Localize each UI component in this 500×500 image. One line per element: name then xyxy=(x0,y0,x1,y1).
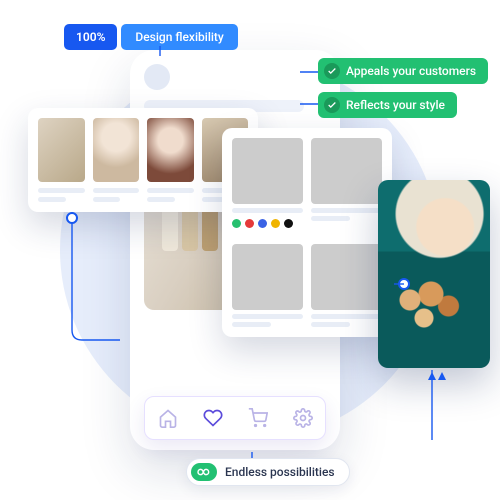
product-image xyxy=(232,244,303,310)
skeleton-line xyxy=(232,314,303,319)
thumbnail-image xyxy=(93,118,140,182)
skeleton-line xyxy=(311,314,382,319)
swatch[interactable] xyxy=(284,219,293,228)
heart-icon[interactable] xyxy=(203,408,223,428)
check-icon xyxy=(324,97,340,113)
skeleton-line xyxy=(93,188,140,193)
product-item[interactable] xyxy=(311,244,382,327)
gallery-item[interactable] xyxy=(38,118,85,202)
product-item[interactable] xyxy=(232,244,303,327)
skeleton-line xyxy=(311,208,382,213)
skeleton-line xyxy=(93,197,121,202)
gear-icon[interactable] xyxy=(293,408,313,428)
product-image xyxy=(232,138,303,204)
cart-icon[interactable] xyxy=(248,408,268,428)
swatch[interactable] xyxy=(271,219,280,228)
tab-bar xyxy=(144,396,326,440)
skeleton-line xyxy=(38,197,66,202)
badge-text: Endless possibilities xyxy=(225,465,335,479)
appeals-badge: Appeals your customers xyxy=(318,58,488,84)
skeleton-line xyxy=(147,188,194,193)
product-item[interactable] xyxy=(311,138,382,236)
label-pill: Design flexibility xyxy=(121,24,237,50)
gallery-item[interactable] xyxy=(93,118,140,202)
gallery-item[interactable] xyxy=(147,118,194,202)
reflects-style-badge: Reflects your style xyxy=(318,92,457,118)
check-icon xyxy=(324,63,340,79)
infinity-icon xyxy=(191,463,217,481)
swatch[interactable] xyxy=(258,219,267,228)
swatch[interactable] xyxy=(245,219,254,228)
percent-pill: 100% xyxy=(64,24,117,50)
skeleton-line xyxy=(38,188,85,193)
design-flexibility-badge: 100% Design flexibility xyxy=(64,24,238,50)
product-grid-card xyxy=(222,128,392,337)
skeleton-line xyxy=(232,322,271,327)
skeleton-line xyxy=(311,216,350,221)
badge-text: Appeals your customers xyxy=(346,64,476,78)
swatch[interactable] xyxy=(232,219,241,228)
skeleton-line xyxy=(147,197,175,202)
product-image xyxy=(311,138,382,204)
skeleton-line xyxy=(232,208,303,213)
color-swatches xyxy=(232,219,303,228)
product-image xyxy=(311,244,382,310)
feature-portrait xyxy=(378,180,490,368)
skeleton-line xyxy=(311,322,350,327)
product-item[interactable] xyxy=(232,138,303,236)
thumbnail-image xyxy=(38,118,85,182)
thumbnail-image xyxy=(147,118,194,182)
avatar-placeholder xyxy=(144,64,170,90)
badge-text: Reflects your style xyxy=(346,98,445,112)
endless-possibilities-badge: Endless possibilities xyxy=(186,458,350,486)
home-icon[interactable] xyxy=(158,408,178,428)
